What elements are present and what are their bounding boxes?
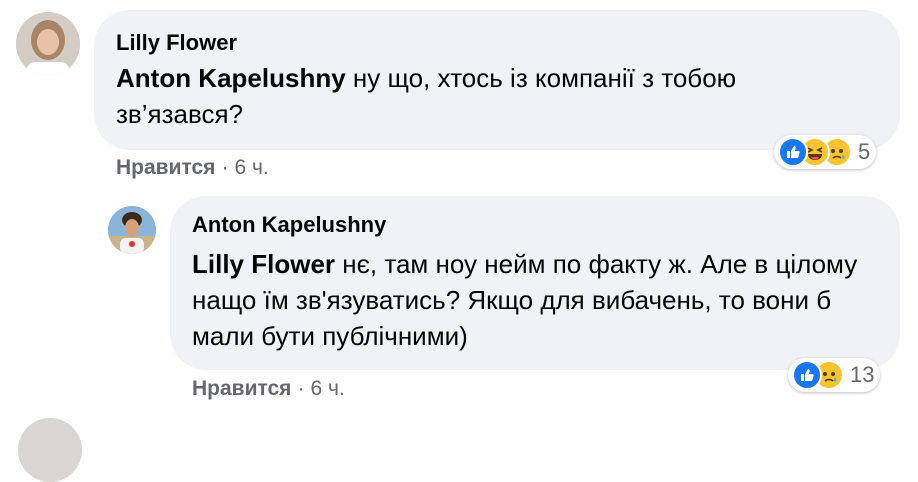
mention-link[interactable]: Lilly Flower: [192, 249, 335, 279]
comment-timestamp[interactable]: 6 ч.: [234, 156, 268, 179]
comment-meta: Нравится · 6 ч.: [116, 156, 269, 180]
like-icon: [778, 137, 808, 167]
reaction-count: 5: [858, 139, 871, 164]
like-icon: [792, 360, 822, 390]
reactions-summary[interactable]: 5: [774, 135, 877, 169]
reaction-count: 13: [850, 362, 875, 387]
avatar-photo: [108, 206, 156, 254]
comment-meta: Нравится · 6 ч.: [192, 377, 345, 401]
avatar-lilly-flower[interactable]: [16, 12, 80, 76]
mention-link[interactable]: Anton Kapelushny: [116, 63, 346, 93]
avatar-anton-kapelushny[interactable]: [108, 206, 156, 254]
reactions-summary[interactable]: 13: [788, 358, 881, 392]
comment-text: Lilly Flower нє, там ноу нейм по факту ж…: [192, 246, 882, 354]
like-button[interactable]: Нравится: [192, 377, 291, 400]
like-button[interactable]: Нравится: [116, 156, 215, 179]
comment-timestamp[interactable]: 6 ч.: [310, 377, 344, 400]
comment-author-name[interactable]: Lilly Flower: [116, 30, 237, 56]
meta-separator: ·: [221, 156, 229, 179]
avatar-next-comment[interactable]: [18, 418, 82, 482]
comment-author-name[interactable]: Anton Kapelushny: [192, 212, 386, 238]
comment-text: Anton Kapelushny ну що, хтось із компані…: [116, 60, 856, 132]
avatar-photo: [16, 12, 80, 76]
meta-separator: ·: [297, 377, 305, 400]
